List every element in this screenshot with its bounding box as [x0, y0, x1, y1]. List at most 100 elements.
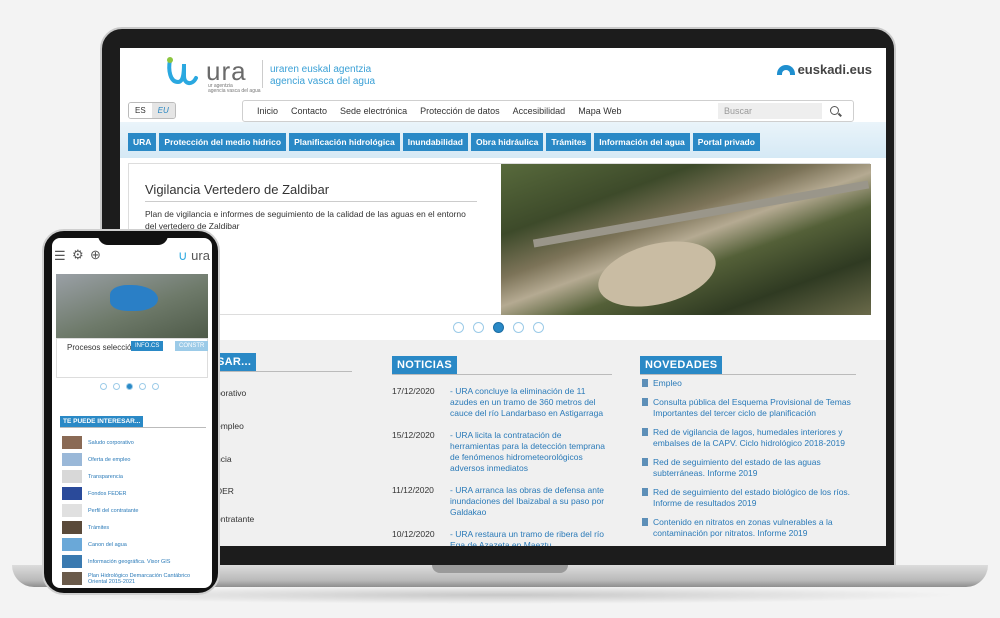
main-nav-tab[interactable]: Planificación hidrológica: [289, 133, 400, 151]
novedades-item[interactable]: Red de seguimiento del estado de las agu…: [642, 457, 870, 479]
mobile-item-label[interactable]: Oferta de empleo: [88, 457, 131, 463]
novedades-link[interactable]: Red de seguimiento del estado de las agu…: [653, 457, 870, 479]
mobile-list-item[interactable]: Canon del agua: [62, 536, 208, 553]
news-link[interactable]: - URA arranca las obras de defensa ante …: [450, 485, 612, 518]
novedades-link[interactable]: Red de seguimiento del estado biológico …: [653, 487, 870, 509]
document-icon: [642, 518, 648, 526]
laptop-screen: ura ur agentzia agencia vasca del agua u…: [120, 48, 886, 546]
lang-eu[interactable]: EU: [151, 103, 175, 118]
news-link[interactable]: - URA restaura un tramo de ribera del rí…: [450, 529, 612, 546]
mobile-item-label[interactable]: Transparencia: [88, 474, 123, 480]
utility-link[interactable]: Inicio: [257, 106, 278, 116]
mobile-item-thumbnail: [62, 521, 82, 534]
main-nav-tab[interactable]: Portal privado: [692, 133, 760, 151]
news-item[interactable]: 11/12/2020 - URA arranca las obras de def…: [392, 485, 612, 518]
mobile-list-item[interactable]: Fondos FEDER: [62, 485, 208, 502]
mobile-item-label[interactable]: Saludo corporativo: [88, 440, 134, 446]
slide-image[interactable]: [501, 164, 871, 315]
slide-title[interactable]: Vigilancia Vertedero de Zaldibar: [145, 182, 329, 197]
hamburger-menu-icon[interactable]: ☰: [54, 248, 66, 264]
main-nav-tab[interactable]: Información del agua: [594, 133, 690, 151]
mobile-list-item[interactable]: Perfil del contratante: [62, 502, 208, 519]
slider-dot[interactable]: [513, 322, 524, 333]
mobile-item-thumbnail: [62, 504, 82, 517]
mobile-slider-dot[interactable]: [126, 383, 133, 390]
news-item[interactable]: 15/12/2020 - URA licita la contratación d…: [392, 430, 612, 474]
news-item[interactable]: 17/12/2020 - URA concluye la eliminación …: [392, 386, 612, 419]
mobile-slider-pagination: [100, 383, 159, 390]
utility-link[interactable]: Sede electrónica: [340, 106, 407, 116]
novedades-item[interactable]: Red de seguimiento del estado biológico …: [642, 487, 870, 509]
novedades-link[interactable]: Red de vigilancia de lagos, humedales in…: [653, 427, 870, 449]
news-link[interactable]: - URA concluye la eliminación de 11 azud…: [450, 386, 612, 419]
novedades-item[interactable]: Empleo: [642, 378, 870, 389]
site-header: ura ur agentzia agencia vasca del agua u…: [120, 48, 886, 98]
mobile-list-item[interactable]: Oferta de empleo: [62, 451, 208, 468]
ura-logo-icon[interactable]: [164, 56, 200, 90]
left-section-item[interactable]: ontratante: [216, 514, 254, 524]
logo-subtitle: ur agentzia agencia vasca del agua: [208, 84, 261, 94]
mobile-logo-text: ura: [191, 248, 210, 263]
utility-link[interactable]: Mapa Web: [578, 106, 621, 116]
main-nav-tab[interactable]: Trámites: [546, 133, 592, 151]
mobile-slider-dot[interactable]: [113, 383, 120, 390]
left-section-item[interactable]: porativo: [216, 388, 246, 398]
mobile-slide-title[interactable]: Procesos selección: [67, 343, 136, 352]
mobile-list-item[interactable]: Trámites: [62, 519, 208, 536]
euskadi-label: euskadi.eus: [797, 62, 872, 77]
main-nav-tab[interactable]: Obra hidráulica: [470, 133, 544, 151]
mobile-item-thumbnail: [62, 453, 82, 466]
novedades-link[interactable]: Empleo: [653, 378, 682, 389]
news-item[interactable]: 10/12/2020 - URA restaura un tramo de rib…: [392, 529, 612, 546]
mobile-item-label[interactable]: Fondos FEDER: [88, 491, 127, 497]
slider-dot[interactable]: [493, 322, 504, 333]
slider-dot[interactable]: [533, 322, 544, 333]
novedades-item[interactable]: Contenido en nitratos en zonas vulnerabl…: [642, 517, 870, 539]
mobile-section-rule: [60, 427, 206, 428]
logo-subtitle-2: agencia vasca del agua: [208, 88, 261, 94]
mobile-list-item[interactable]: Plan Hidrológico Demarcación Cantábrico …: [62, 570, 208, 587]
search-input[interactable]: Buscar: [718, 103, 822, 119]
settings-gear-icon[interactable]: ⚙: [72, 247, 84, 263]
mobile-item-thumbnail: [62, 487, 82, 500]
novedades-item[interactable]: Consulta pública del Esquema Provisional…: [642, 397, 870, 419]
mobile-list-item[interactable]: Saludo corporativo: [62, 434, 208, 451]
mobile-item-label[interactable]: Plan Hidrológico Demarcación Cantábrico …: [88, 573, 208, 585]
slider-dot[interactable]: [453, 322, 464, 333]
main-nav-tab[interactable]: URA: [128, 133, 157, 151]
main-nav-tab[interactable]: Inundabilidad: [402, 133, 468, 151]
utility-link[interactable]: Protección de datos: [420, 106, 500, 116]
search-icon[interactable]: [830, 106, 839, 115]
slider-dot[interactable]: [473, 322, 484, 333]
novedades-rule: [640, 374, 856, 375]
mobile-info-button[interactable]: INFO.CS: [131, 341, 164, 351]
mobile-item-thumbnail: [62, 470, 82, 483]
news-link[interactable]: - URA licita la contratación de herramie…: [450, 430, 612, 474]
novedades-link[interactable]: Contenido en nitratos en zonas vulnerabl…: [653, 517, 870, 539]
mobile-item-label[interactable]: Información geográfica. Visor GIS: [88, 559, 170, 565]
slide-title-rule: [145, 201, 477, 202]
mobile-slider-dot[interactable]: [100, 383, 107, 390]
mobile-item-label[interactable]: Perfil del contratante: [88, 508, 138, 514]
novedades-item[interactable]: Red de vigilancia de lagos, humedales in…: [642, 427, 870, 449]
mobile-slide-map: [110, 285, 158, 311]
mobile-item-label[interactable]: Canon del agua: [88, 542, 127, 548]
utility-link[interactable]: Accesibilidad: [513, 106, 566, 116]
lang-es[interactable]: ES: [129, 103, 152, 118]
mobile-slider-dot[interactable]: [139, 383, 146, 390]
mobile-item-thumbnail: [62, 572, 82, 585]
globe-language-icon[interactable]: ⊕: [90, 247, 101, 263]
mobile-slider-dot[interactable]: [152, 383, 159, 390]
mockup-stage: ura ur agentzia agencia vasca del agua u…: [0, 0, 1000, 618]
mobile-list-item[interactable]: Información geográfica. Visor GIS: [62, 553, 208, 570]
mobile-logo[interactable]: ∪ ura: [178, 248, 210, 264]
mobile-list-item[interactable]: Transparencia: [62, 468, 208, 485]
novedades-link[interactable]: Consulta pública del Esquema Provisional…: [653, 397, 870, 419]
euskadi-link[interactable]: euskadi.eus: [776, 62, 872, 77]
utility-link[interactable]: Contacto: [291, 106, 327, 116]
main-nav-tab[interactable]: Protección del medio hídrico: [159, 133, 287, 151]
mobile-item-label[interactable]: Trámites: [88, 525, 109, 531]
left-section-item[interactable]: empleo: [216, 421, 244, 431]
document-icon: [642, 458, 648, 466]
mobile-secondary-button[interactable]: CONSTR: [175, 341, 209, 351]
